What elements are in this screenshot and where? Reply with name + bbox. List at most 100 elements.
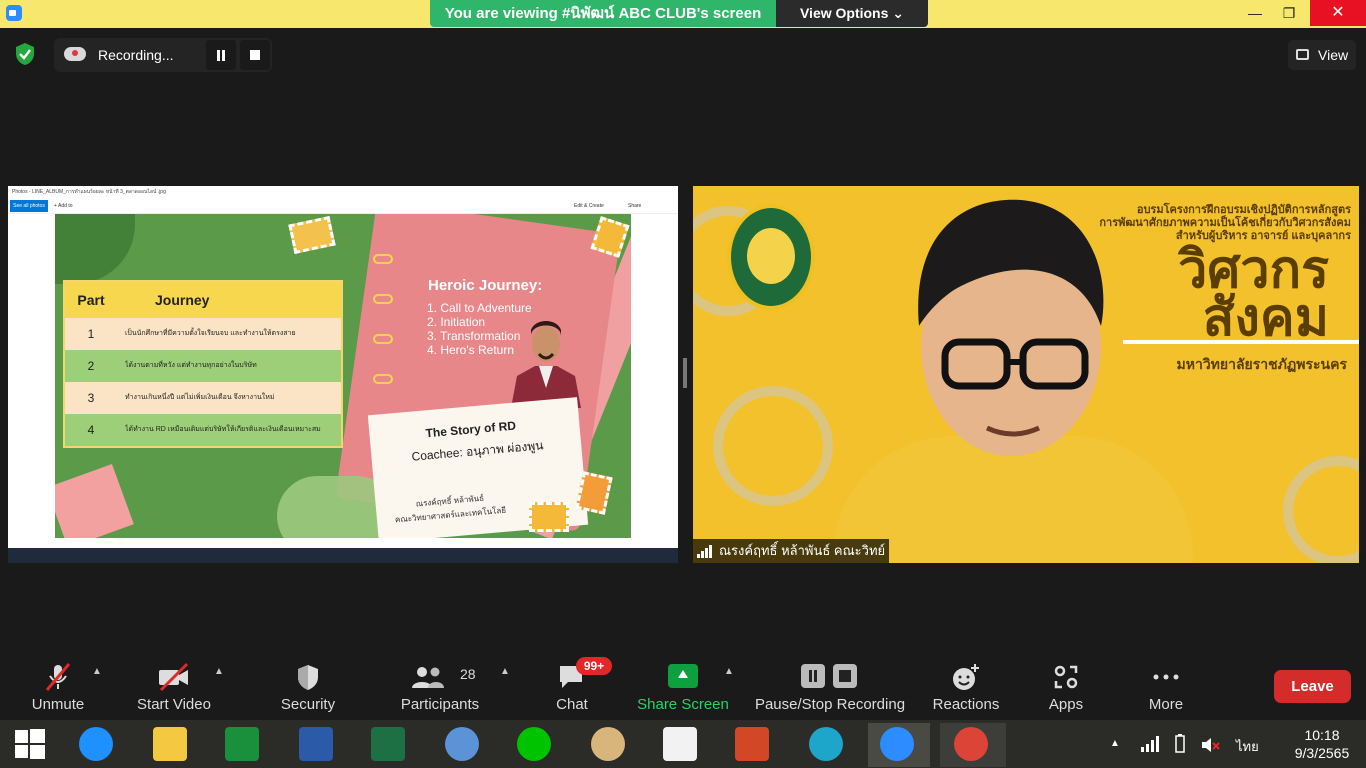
split-drag-handle[interactable]	[683, 358, 687, 388]
reactions-button[interactable]: Reactions	[926, 658, 1006, 720]
stop-recording-button[interactable]	[240, 40, 270, 70]
store-icon[interactable]	[220, 723, 264, 767]
table-row: 2 ได้งานตามที่หวัง แต่ทำงานทุกอย่างในบริ…	[65, 350, 341, 382]
paint-icon[interactable]	[586, 723, 630, 767]
zoom-taskbar-icon[interactable]	[868, 723, 930, 767]
gear-decoration	[713, 386, 833, 506]
apps-button[interactable]: Apps	[1030, 658, 1102, 720]
row-text: ได้งานตามที่หวัง แต่ทำงานทุกอย่างในบริษั…	[125, 362, 257, 369]
share-screen-icon	[668, 664, 698, 688]
start-video-label: Start Video	[137, 696, 211, 713]
math-input-icon[interactable]	[440, 723, 484, 767]
stamp-decoration	[529, 502, 569, 532]
recording-indicator: Recording...	[54, 38, 272, 72]
banner-subtitle: อบรมโครงการฝึกอบรมเชิงปฏิบัติการหลักสูตร…	[1099, 204, 1351, 243]
unmute-label: Unmute	[31, 696, 85, 713]
video-options-caret[interactable]: ▲	[214, 666, 224, 677]
volume-muted-icon[interactable]	[1200, 736, 1220, 754]
internet-explorer-icon[interactable]	[74, 723, 118, 767]
row-text: เป็นนักศึกษาที่มีความตั้งใจเรียนจบ และทำ…	[125, 330, 296, 337]
photos-window-title: Photos - LINE_ALBUM_การทำแผนร้อยละ หน้าท…	[8, 186, 678, 198]
participant-video[interactable]: อบรมโครงการฝึกอบรมเชิงปฏิบัติการหลักสูตร…	[693, 186, 1359, 563]
banner-line: การพัฒนาศักยภาพความเป็นโค้ชเกี่ยวกับวิศว…	[1099, 217, 1351, 229]
row-text: ทำงานเกินหนึ่งปี แต่ไม่เพิ่มเงินเดือน จึ…	[125, 394, 275, 401]
network-icon[interactable]	[1140, 736, 1160, 752]
add-to-button[interactable]: + Add to	[54, 198, 73, 214]
see-all-photos-button[interactable]: See all photos	[10, 200, 48, 212]
more-dots-icon	[1153, 674, 1179, 680]
share-photo-button[interactable]: Share	[628, 198, 641, 214]
coachee-name: Coachee: อนุภาพ ผ่องพูน	[410, 438, 544, 464]
reactions-label: Reactions	[932, 696, 1000, 713]
excel-icon[interactable]	[366, 723, 410, 767]
word-icon[interactable]	[294, 723, 338, 767]
participant-face	[918, 199, 1104, 456]
participants-icon	[412, 667, 444, 688]
chrome-icon[interactable]	[940, 723, 1006, 767]
university-seal	[727, 204, 815, 310]
powerpoint-icon[interactable]	[730, 723, 774, 767]
file-explorer-icon[interactable]	[148, 723, 192, 767]
close-button[interactable]: ✕	[1310, 0, 1366, 26]
tray-overflow-icon[interactable]: ▲	[1110, 738, 1120, 749]
zoom-logo-icon	[6, 5, 22, 21]
clock-date: 9/3/2565	[1294, 745, 1350, 761]
participant-name-tag: ณรงค์ฤทธิ์ หล้าพันธ์ คณะวิทย์	[693, 539, 890, 563]
more-button[interactable]: More	[1130, 658, 1202, 720]
row-text: ได้ทำงาน RD เหมือนเดิมแต่บริษัทให้เกียรต…	[125, 426, 321, 433]
pause-stop-recording-button[interactable]: Pause/Stop Recording	[752, 658, 908, 720]
share-options-caret[interactable]: ▲	[724, 666, 734, 677]
stamp-decoration	[288, 215, 336, 255]
leaf-decoration	[55, 214, 135, 284]
unmute-button[interactable]: Unmute	[18, 658, 98, 720]
edit-create-button[interactable]: Edit & Create	[574, 198, 604, 214]
chat-label: Chat	[556, 696, 588, 713]
header-part: Part	[77, 292, 105, 308]
participants-options-caret[interactable]: ▲	[500, 666, 510, 677]
photos-toolbar: See all photos + Add to Edit & Create Sh…	[8, 198, 678, 214]
apps-label: Apps	[1048, 696, 1084, 713]
pause-recording-button[interactable]	[206, 40, 236, 70]
chevron-down-icon: ⌄	[892, 5, 905, 21]
maximize-button[interactable]: ❐	[1266, 0, 1312, 26]
banner-line: อบรมโครงการฝึกอบรมเชิงปฏิบัติการหลักสูตร	[1136, 204, 1351, 216]
row-num: 3	[87, 391, 95, 405]
start-video-button[interactable]: Start Video	[128, 658, 220, 720]
banner-title-line: วิศวกร	[1178, 241, 1329, 299]
audio-options-caret[interactable]: ▲	[92, 666, 102, 677]
view-label: View	[1318, 47, 1349, 63]
line-app-icon[interactable]	[512, 723, 556, 767]
battery-icon[interactable]	[1170, 734, 1190, 754]
participant-name: ณรงค์ฤทธิ์ หล้าพันธ์ คณะวิทย์	[719, 543, 886, 558]
shield-check-icon[interactable]	[14, 42, 36, 66]
journey-table: Part Journey 1 เป็นนักศึกษาที่มีความตั้ง…	[63, 280, 343, 448]
more-label: More	[1148, 696, 1184, 713]
gear-decoration	[1283, 456, 1359, 563]
participants-button[interactable]: 28 Participants	[396, 658, 484, 720]
pause-stop-icon	[801, 664, 857, 688]
pause-stop-label: Pause/Stop Recording	[754, 696, 906, 713]
lisrel-icon[interactable]	[658, 723, 702, 767]
row-num: 2	[87, 359, 95, 373]
row-num: 1	[87, 327, 95, 341]
paper-decoration	[55, 463, 134, 538]
heroic-step: 1. Call to Adventure	[427, 301, 532, 315]
security-button[interactable]: Security	[268, 658, 348, 720]
windows-start-icon[interactable]	[14, 728, 46, 760]
leave-button[interactable]: Leave	[1274, 670, 1351, 703]
share-screen-label: Share Screen	[637, 696, 729, 713]
view-button[interactable]: View	[1288, 40, 1356, 70]
shared-screen[interactable]: Photos - LINE_ALBUM_การทำแผนร้อยละ หน้าท…	[8, 186, 678, 563]
system-clock[interactable]: 10:18 9/3/2565	[1286, 726, 1358, 762]
spiral-ring	[373, 294, 393, 304]
edge-icon[interactable]	[804, 723, 848, 767]
microphone-muted-icon	[45, 663, 71, 691]
table-row: 3 ทำงานเกินหนึ่งปี แต่ไม่เพิ่มเงินเดือน …	[65, 382, 341, 414]
security-shield-icon	[298, 665, 318, 690]
input-language[interactable]: ไทย	[1236, 736, 1259, 757]
table-header: Part Journey	[65, 282, 341, 318]
chat-unread-badge: 99+	[576, 657, 612, 675]
view-options-button[interactable]: View Options ⌄	[776, 0, 928, 27]
header-journey: Journey	[155, 292, 210, 308]
row-num: 4	[87, 423, 95, 437]
